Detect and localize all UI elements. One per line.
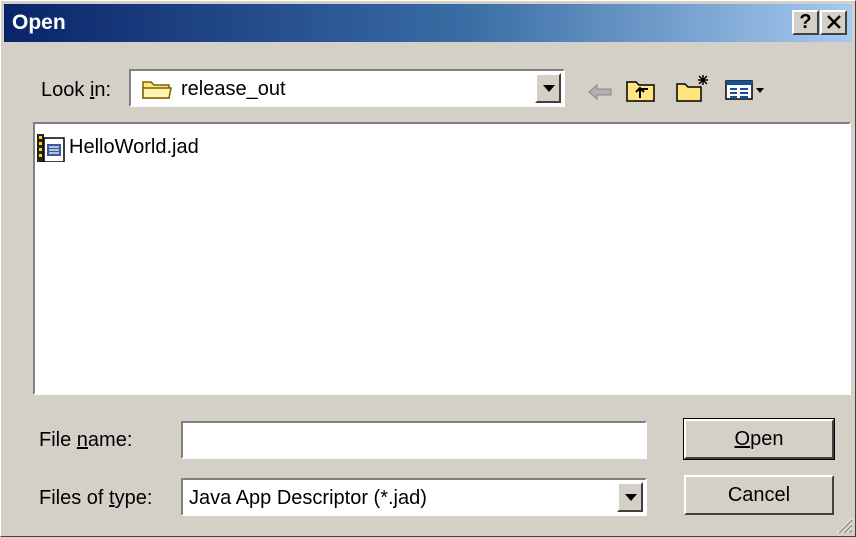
cancel-button[interactable]: Cancel <box>684 475 834 515</box>
close-button[interactable] <box>820 10 847 35</box>
look-in-label: Look in: <box>41 79 112 101</box>
look-in-value: release_out <box>181 78 286 100</box>
look-in-dropdown-button[interactable] <box>535 73 561 103</box>
file-name-input[interactable] <box>181 421 647 459</box>
view-menu-button[interactable] <box>725 79 767 107</box>
window-title: Open <box>12 11 66 34</box>
folder-icon <box>142 81 172 99</box>
chevron-down-icon <box>543 85 555 92</box>
open-dialog: Open ? Look in: release_out HelloWorld.j… <box>0 0 856 537</box>
up-one-level-icon[interactable] <box>625 77 657 103</box>
title-bar[interactable]: Open ? <box>4 4 852 42</box>
file-list[interactable]: HelloWorld.jad <box>33 122 851 395</box>
file-type-value: Java App Descriptor (*.jad) <box>189 487 427 509</box>
chevron-down-icon <box>625 494 637 501</box>
file-type-combobox[interactable]: Java App Descriptor (*.jad) <box>181 478 647 516</box>
help-button[interactable]: ? <box>792 10 819 35</box>
look-in-combobox[interactable]: release_out <box>129 69 565 107</box>
create-new-folder-icon[interactable] <box>675 73 711 103</box>
file-name-text: HelloWorld.jad <box>69 136 199 158</box>
back-arrow-icon[interactable] <box>587 81 613 103</box>
file-type-label: Files of type: <box>39 487 153 509</box>
view-menu-icon <box>725 80 764 100</box>
file-type-dropdown-button[interactable] <box>617 482 643 512</box>
open-button[interactable]: Open <box>683 418 835 460</box>
file-name-label: File name: <box>39 429 133 451</box>
jad-file-icon <box>37 134 65 162</box>
resize-grip-icon[interactable] <box>835 516 853 534</box>
close-icon <box>826 15 841 29</box>
